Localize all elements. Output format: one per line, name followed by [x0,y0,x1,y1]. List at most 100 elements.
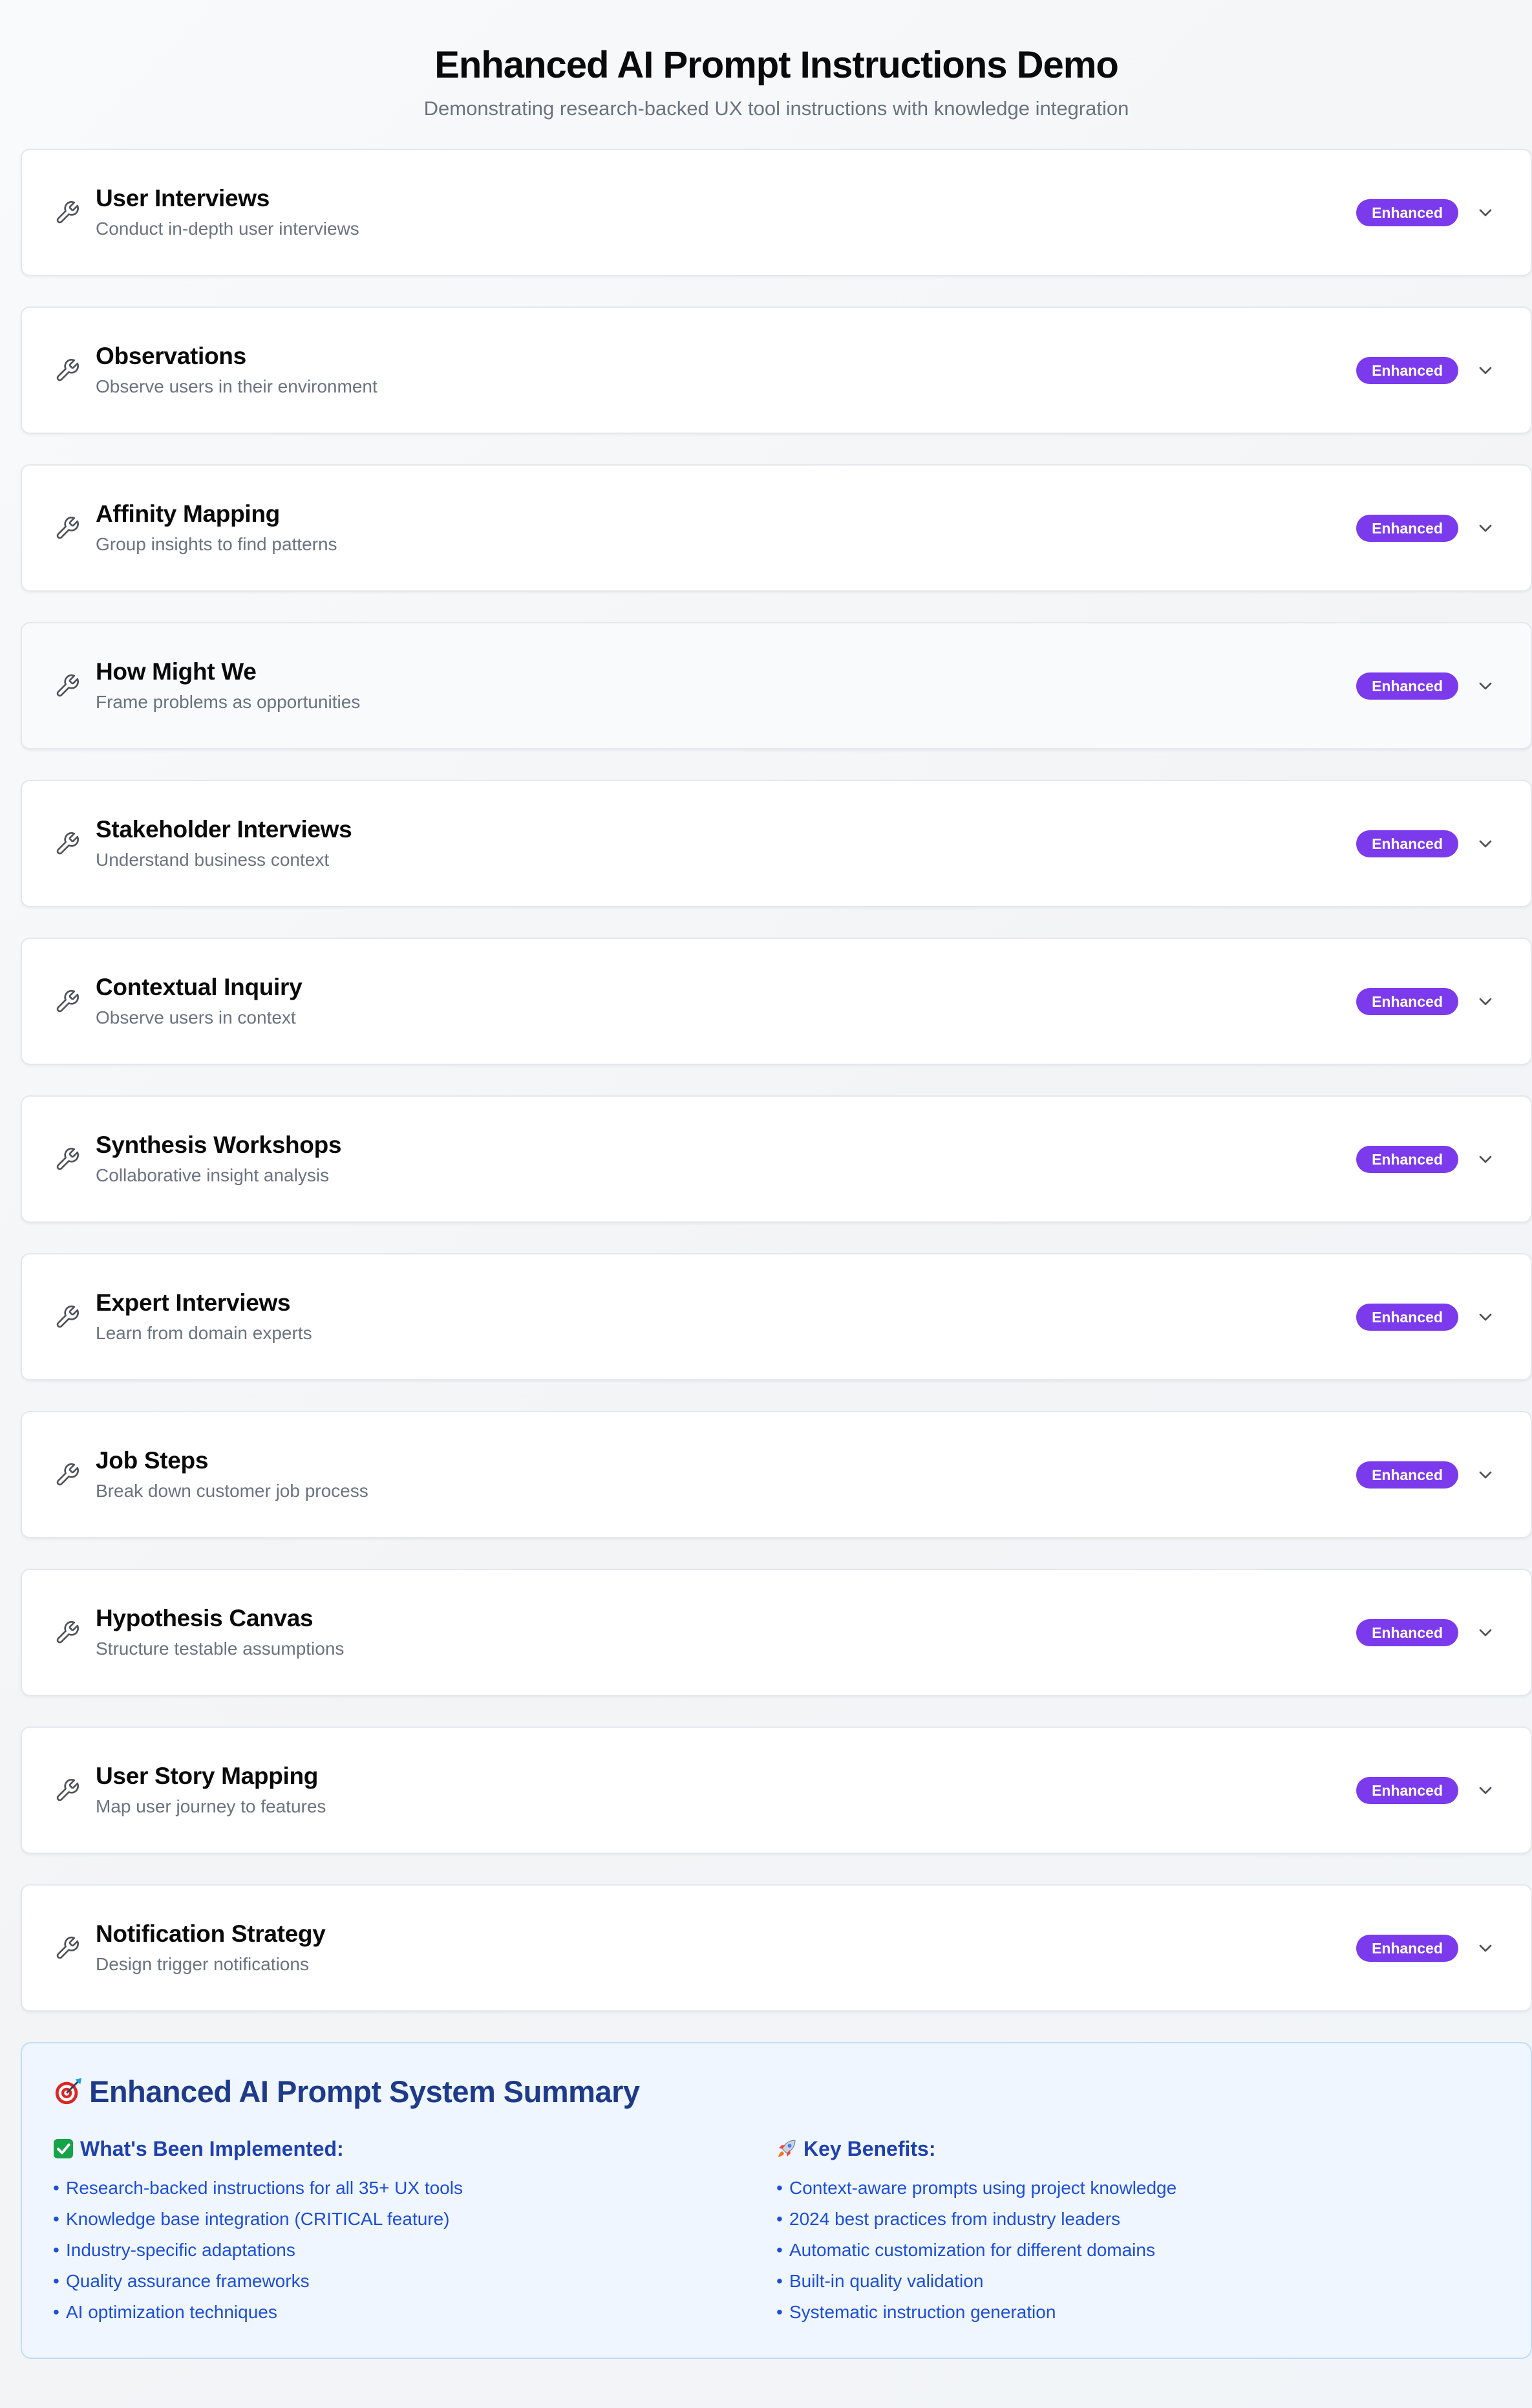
tool-card[interactable]: Observations Observe users in their envir… [21,306,1532,434]
enhanced-badge: Enhanced [1356,1618,1458,1646]
bullet: • [776,2209,783,2229]
enhanced-badge: Enhanced [1356,830,1458,857]
bullet: • [776,2178,783,2198]
tool-card-text: Affinity Mapping Group insights to find p… [96,499,1356,557]
page-title: Enhanced AI Prompt Instructions Demo [434,44,1119,86]
summary-list-item: • Built-in quality validation [776,2266,1500,2297]
enhanced-badge: Enhanced [1356,356,1458,384]
enhanced-badge: Enhanced [1356,1145,1458,1173]
tool-card[interactable]: User Interviews Conduct in-depth user int… [21,149,1532,276]
implemented-list: • Research-backed instructions for all 35… [53,2173,776,2328]
summary-panel: Enhanced AI Prompt System Summary What's… [21,2042,1532,2359]
enhanced-badge: Enhanced [1356,672,1458,700]
summary-list-item-text: AI optimization techniques [66,2302,277,2322]
tool-list: User Interviews Conduct in-depth user int… [21,149,1532,2012]
summary-list-item: • Context-aware prompts using project kno… [776,2173,1500,2204]
chevron-down-icon[interactable] [1473,1462,1498,1488]
tool-card-text: User Interviews Conduct in-depth user int… [96,183,1356,242]
tool-description: Collaborative insight analysis [96,1165,330,1185]
summary-heading: Enhanced AI Prompt System Summary [53,2069,1500,2114]
chevron-down-icon[interactable] [1473,358,1498,383]
tool-card[interactable]: Contextual Inquiry Observe users in conte… [21,938,1532,1065]
benefits-column: Key Benefits: • Context-aware prompts usi… [776,2133,1500,2328]
tool-description: Understand business context [96,850,330,870]
summary-list-item-text: Context-aware prompts using project know… [789,2178,1177,2198]
summary-list-item-text: Quality assurance frameworks [66,2271,310,2291]
benefits-heading: Key Benefits: [776,2133,1500,2165]
chevron-down-icon[interactable] [1473,1935,1498,1961]
check-mark-icon [54,2139,73,2158]
tool-card-text: Hypothesis Canvas Structure testable assu… [96,1603,1356,1662]
summary-list-item: • Research-backed instructions for all 35… [53,2173,776,2204]
enhanced-badge: Enhanced [1356,987,1458,1015]
tool-title: Stakeholder Interviews [96,816,352,843]
tool-description: Conduct in-depth user interviews [96,219,359,239]
tool-description: Group insights to find patterns [96,534,337,554]
chevron-down-icon[interactable] [1473,1146,1498,1172]
enhanced-badge: Enhanced [1356,514,1458,542]
tool-title: Expert Interviews [96,1289,291,1316]
tool-description: Design trigger notifications [96,1954,309,1974]
wrench-icon [53,830,81,858]
bullet: • [776,2302,783,2322]
enhanced-badge: Enhanced [1356,1303,1458,1331]
summary-list-item: • Automatic customization for different d… [776,2235,1500,2266]
tool-card-text: Notification Strategy Design trigger noti… [96,1919,1356,1977]
tool-description: Learn from domain experts [96,1323,312,1343]
wrench-icon [53,1303,81,1331]
wrench-icon [53,1776,81,1805]
page-subtitle: Demonstrating research-backed UX tool in… [423,97,1129,120]
summary-list-item-text: Knowledge base integration (CRITICAL fea… [66,2209,450,2229]
tool-description: Map user journey to features [96,1796,326,1816]
tool-card[interactable]: Synthesis Workshops Collaborative insight… [21,1095,1532,1223]
tool-card[interactable]: Job Steps Break down customer job process… [21,1411,1532,1538]
header: Enhanced AI Prompt Instructions Demo Dem… [21,0,1532,123]
wrench-icon [53,1934,81,1962]
wrench-icon [53,1461,81,1489]
chevron-down-icon[interactable] [1473,673,1498,699]
chevron-down-icon[interactable] [1473,989,1498,1015]
rocket-icon [778,2140,796,2157]
tool-card[interactable]: How Might We Frame problems as opportunit… [21,622,1532,749]
wrench-icon [53,987,81,1016]
tool-title: Synthesis Workshops [96,1132,342,1158]
chevron-down-icon[interactable] [1473,831,1498,857]
wrench-icon [53,1145,81,1174]
summary-list-item-text: Industry-specific adaptations [66,2240,295,2260]
tool-description: Observe users in context [96,1007,296,1027]
chevron-down-icon[interactable] [1473,200,1498,226]
tool-card-text: Stakeholder Interviews Understand busines… [96,814,1356,873]
tool-card-text: Observations Observe users in their envir… [96,341,1356,400]
chevron-down-icon[interactable] [1473,1620,1498,1646]
tool-description: Break down customer job process [96,1481,368,1501]
wrench-icon [53,199,81,227]
tool-description: Structure testable assumptions [96,1639,345,1659]
tool-card[interactable]: Expert Interviews Learn from domain exper… [21,1253,1532,1381]
wrench-icon [53,356,81,385]
tool-title: Affinity Mapping [96,500,280,527]
wrench-icon [53,514,81,543]
summary-list-item: • Knowledge base integration (CRITICAL fe… [53,2204,776,2235]
tool-card[interactable]: User Story Mapping Map user journey to fe… [21,1726,1532,1854]
tool-title: User Story Mapping [96,1763,319,1789]
tool-title: Contextual Inquiry [96,974,303,1000]
summary-list-item-text: Research-backed instructions for all 35+… [66,2178,463,2198]
implemented-heading-label: What's Been Implemented: [80,2137,344,2160]
enhanced-badge: Enhanced [1356,1934,1458,1962]
tool-description: Observe users in their environment [96,376,378,396]
bullet: • [53,2178,59,2198]
chevron-down-icon[interactable] [1473,1304,1498,1330]
summary-list-item-text: Built-in quality validation [789,2271,984,2291]
chevron-down-icon[interactable] [1473,515,1498,541]
chevron-down-icon[interactable] [1473,1778,1498,1803]
tool-card[interactable]: Hypothesis Canvas Structure testable assu… [21,1569,1532,1696]
wrench-icon [53,1618,81,1647]
tool-card[interactable]: Stakeholder Interviews Understand busines… [21,780,1532,907]
tool-description: Frame problems as opportunities [96,692,361,712]
tool-card-text: User Story Mapping Map user journey to fe… [96,1761,1356,1820]
implemented-heading: What's Been Implemented: [53,2133,776,2165]
tool-card[interactable]: Affinity Mapping Group insights to find p… [21,464,1532,592]
summary-columns: What's Been Implemented: • Research-backe… [53,2133,1500,2328]
target-icon [55,2078,82,2105]
tool-card[interactable]: Notification Strategy Design trigger noti… [21,1884,1532,2012]
